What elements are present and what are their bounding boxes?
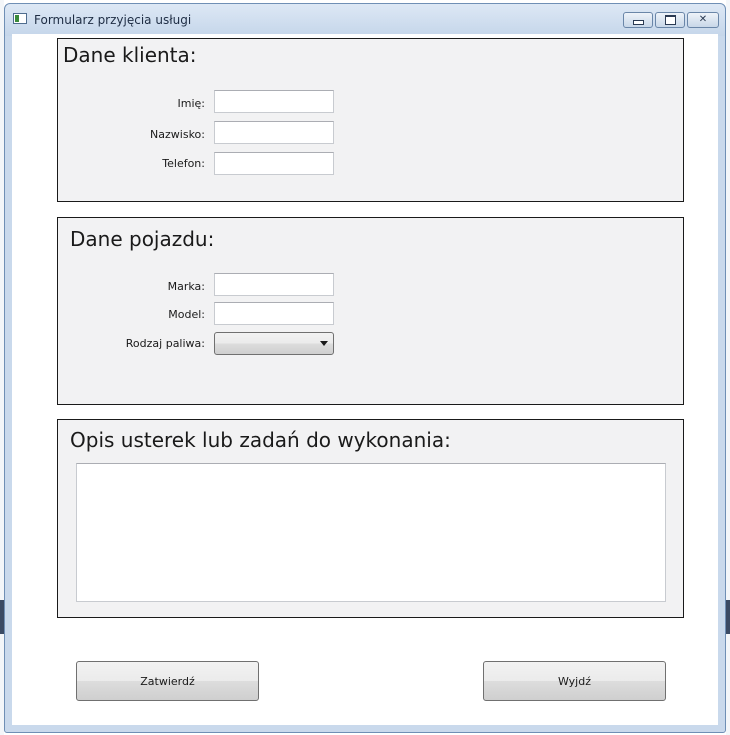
fuel-type-label: Rodzaj paliwa: [125,337,205,350]
submit-button[interactable]: Zatwierdź [76,661,259,701]
description-group: Opis usterek lub zadań do wykonania: [57,419,684,618]
last-name-label: Nazwisko: [150,128,205,141]
maximize-icon [656,13,684,27]
minimize-icon [624,13,652,27]
window-app-icon [13,13,27,24]
close-button[interactable]: ✕ [687,12,719,28]
maximize-button[interactable] [655,12,685,28]
window-controls: ✕ [623,12,719,28]
make-field[interactable] [214,273,334,296]
chevron-down-icon [320,341,328,346]
first-name-field[interactable] [214,90,334,113]
model-field[interactable] [214,302,334,325]
first-name-label: Imię: [177,97,206,110]
window-client-area: Dane klienta: Imię: Nazwisko: Telefon: D… [12,34,718,725]
phone-field[interactable] [214,152,334,175]
client-data-title: Dane klienta: [63,43,197,67]
last-name-field[interactable] [214,121,334,144]
description-title: Opis usterek lub zadań do wykonania: [70,428,451,452]
description-textarea[interactable] [76,463,666,602]
title-bar[interactable]: Formularz przyjęcia usługi ✕ [5,4,725,34]
phone-label: Telefon: [162,157,205,170]
make-label: Marka: [167,280,205,293]
client-data-group: Dane klienta: Imię: Nazwisko: Telefon: [57,38,684,202]
exit-button[interactable]: Wyjdź [483,661,666,701]
window-title: Formularz przyjęcia usługi [34,13,192,27]
model-label: Model: [168,308,205,321]
minimize-button[interactable] [623,12,653,28]
form-window: Formularz przyjęcia usługi ✕ Dane klient… [4,3,726,733]
close-icon: ✕ [698,14,708,25]
background-app-taskbar-right [726,600,730,634]
vehicle-data-group: Dane pojazdu: Marka: Model: Rodzaj paliw… [57,217,684,405]
vehicle-data-title: Dane pojazdu: [70,227,215,251]
fuel-type-dropdown[interactable] [214,332,334,355]
